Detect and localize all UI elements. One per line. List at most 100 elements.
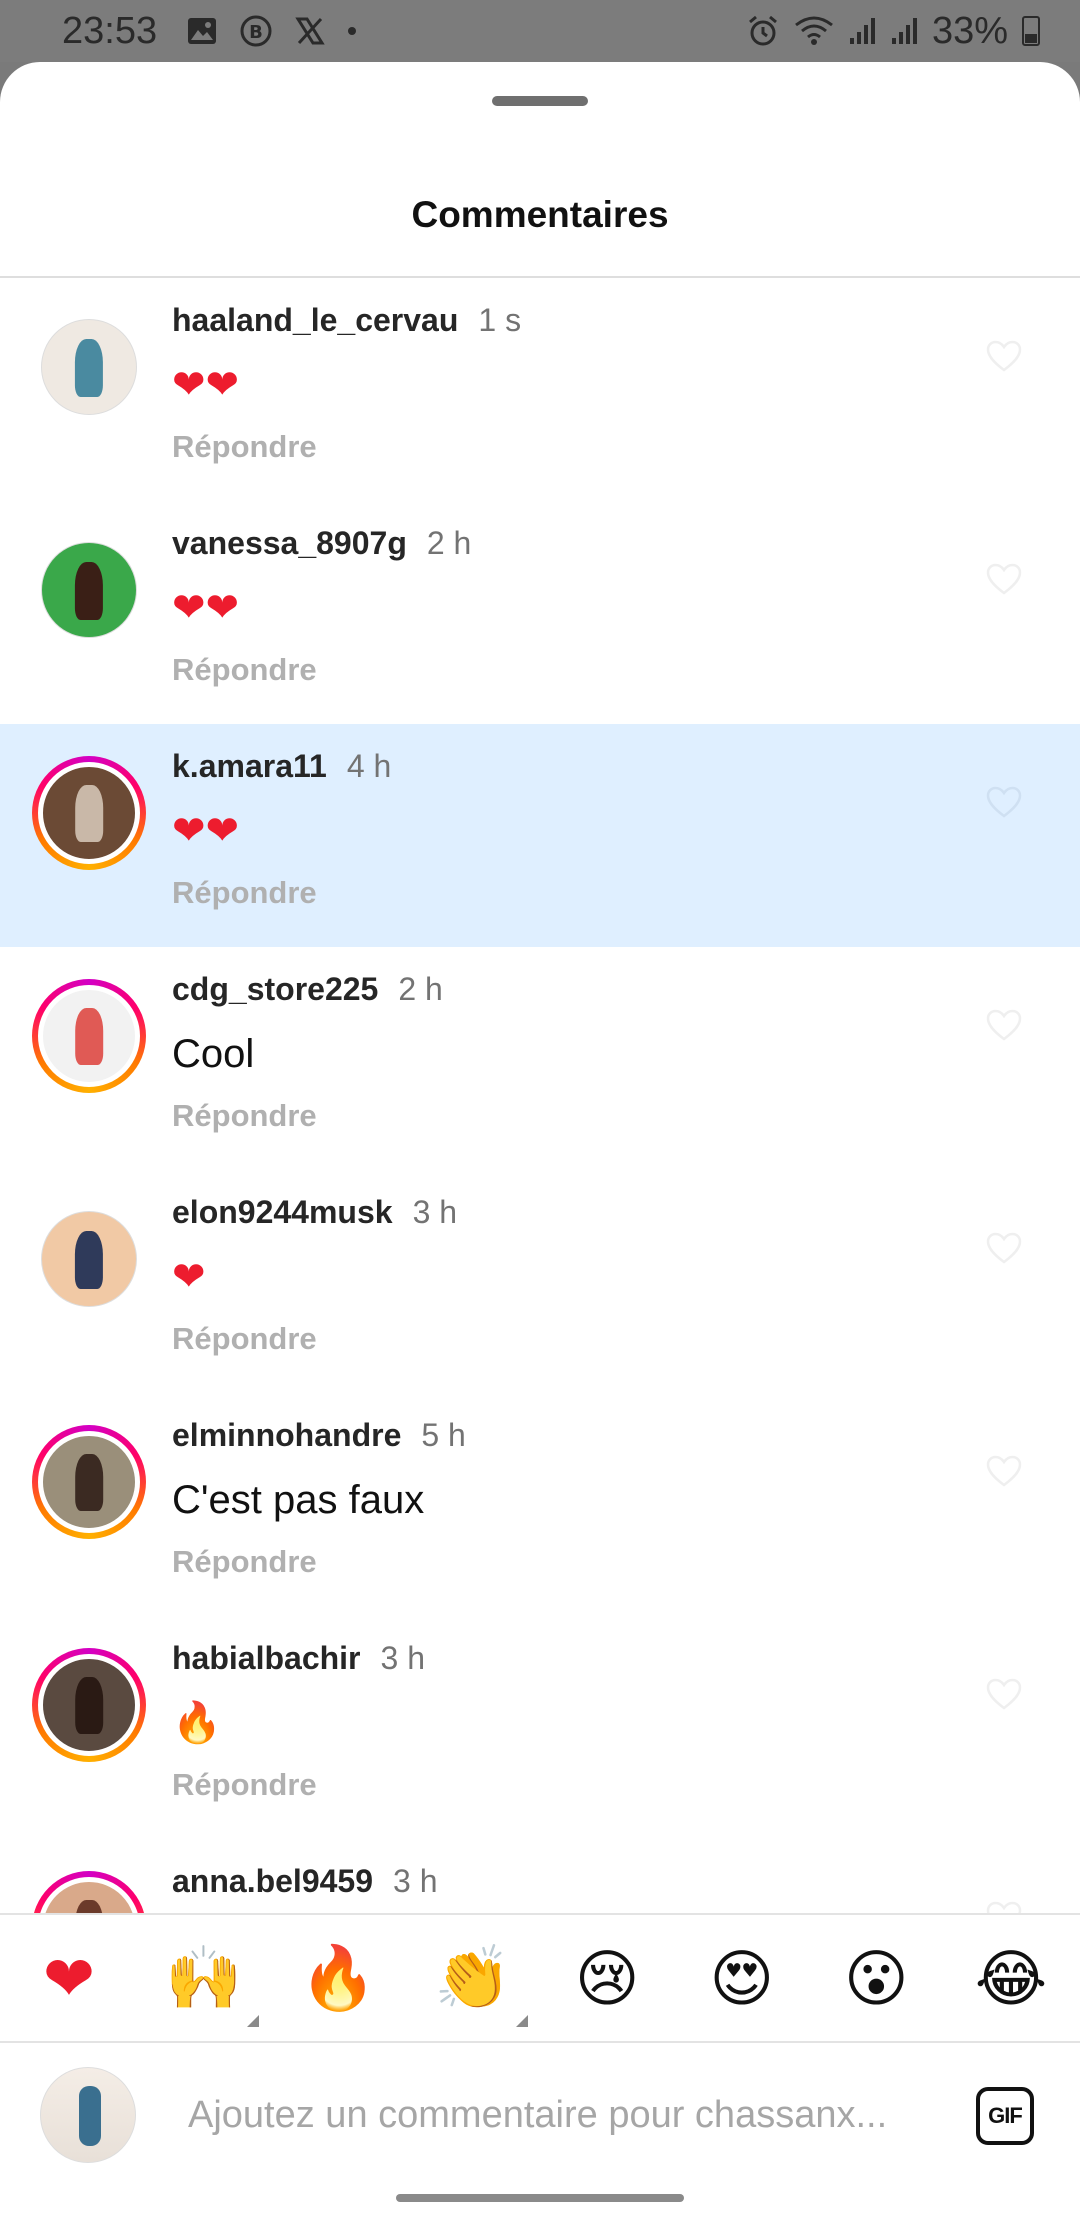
- comments-list[interactable]: haaland_le_cervau 1 s ❤❤ Répondre vanessa_89…: [0, 278, 1080, 1913]
- comment-row[interactable]: anna.bel94593 hRépondre: [0, 1839, 1080, 1913]
- comment-composer: GIF: [0, 2045, 1080, 2185]
- signal-icon: [890, 16, 918, 46]
- heart-icon: ❤: [43, 1941, 95, 2015]
- like-heart-icon[interactable]: [984, 1228, 1024, 1268]
- comment-avatar[interactable]: [32, 1202, 146, 1316]
- comment-avatar[interactable]: [32, 1871, 146, 1913]
- like-heart-icon[interactable]: [984, 559, 1024, 599]
- comment-text: ❤❤: [172, 585, 240, 631]
- like-heart-icon[interactable]: [984, 1451, 1024, 1491]
- crying-face-reaction-icon[interactable]: 😢: [564, 1935, 650, 2021]
- reply-button[interactable]: Répondre: [172, 1767, 960, 1803]
- avatar: [38, 985, 140, 1087]
- comment-text: ❤❤: [172, 362, 240, 408]
- comment-meta: vanessa_8907g 2 h: [172, 525, 960, 562]
- variant-indicator-icon: [515, 2015, 528, 2027]
- battery-percent: 33%: [931, 9, 1008, 52]
- comment-meta: habialbachir 3 h: [172, 1640, 960, 1677]
- tears-of-joy-icon: 😂: [974, 1941, 1048, 2015]
- comment-meta: cdg_store225 2 h: [172, 971, 960, 1008]
- comment-content: k.amara11 4 h ❤❤ Répondre: [172, 748, 960, 911]
- comment-timestamp: 1 s: [478, 302, 522, 338]
- avatar: [41, 542, 137, 638]
- comment-timestamp: 2 h: [426, 525, 472, 561]
- fire-icon: 🔥: [299, 1941, 377, 2014]
- quick-reaction-bar: ❤ 🙌 🔥 👏 😢 😍 😮 😂: [0, 1913, 1080, 2043]
- variant-indicator-icon: [246, 2015, 259, 2027]
- comment-username[interactable]: haaland_le_cervau: [172, 302, 458, 339]
- raising-hands-reaction-icon[interactable]: 🙌: [161, 1935, 259, 2027]
- wifi-icon: [794, 15, 834, 47]
- current-user-avatar: [40, 2067, 136, 2163]
- comment-timestamp: 3 h: [412, 1194, 458, 1230]
- comment-meta: k.amara11 4 h: [172, 748, 960, 785]
- comment-timestamp: 3 h: [393, 1863, 438, 1899]
- clapping-hands-reaction-icon[interactable]: 👏: [430, 1935, 528, 2027]
- avatar: [41, 319, 137, 415]
- comments-sheet: Commentaires haaland_le_cervau 1 s ❤❤ Répon…: [0, 62, 1080, 2220]
- comment-text: C'est pas faux: [172, 1478, 425, 1522]
- comment-username[interactable]: elminnohandre: [172, 1417, 401, 1454]
- tears-of-joy-reaction-icon[interactable]: 😂: [968, 1935, 1054, 2021]
- like-heart-icon[interactable]: [984, 1005, 1024, 1045]
- like-heart-icon[interactable]: [984, 1674, 1024, 1714]
- reply-button[interactable]: Répondre: [172, 1321, 960, 1357]
- reply-button[interactable]: Répondre: [172, 1544, 960, 1580]
- reply-button[interactable]: Répondre: [172, 652, 960, 688]
- comment-username[interactable]: elon9244musk: [172, 1194, 393, 1231]
- comment-avatar[interactable]: [32, 1648, 146, 1762]
- comment-meta: elon9244musk 3 h: [172, 1194, 960, 1231]
- comment-avatar[interactable]: [32, 310, 146, 424]
- avatar: [38, 1654, 140, 1756]
- like-heart-icon[interactable]: [984, 782, 1024, 822]
- like-heart-icon[interactable]: [984, 1897, 1024, 1913]
- comment-row[interactable]: vanessa_8907g 2 h ❤❤ Répondre: [0, 501, 1080, 724]
- heart-reaction-icon[interactable]: ❤: [26, 1935, 112, 2021]
- comment-timestamp: 4 h: [346, 748, 392, 784]
- sheet-drag-handle[interactable]: [492, 96, 588, 106]
- comment-meta: elminnohandre 5 h: [172, 1417, 960, 1454]
- comment-username[interactable]: vanessa_8907g: [172, 525, 407, 562]
- comment-row[interactable]: k.amara11 4 h ❤❤ Répondre: [0, 724, 1080, 947]
- reply-button[interactable]: Répondre: [172, 429, 960, 465]
- alarm-icon: [746, 14, 780, 48]
- comment-timestamp: 3 h: [380, 1640, 425, 1676]
- comment-content: haaland_le_cervau 1 s ❤❤ Répondre: [172, 302, 960, 465]
- reply-button[interactable]: Répondre: [172, 875, 960, 911]
- avatar: [38, 1877, 140, 1913]
- comment-input[interactable]: [188, 2083, 948, 2147]
- comment-timestamp: 2 h: [398, 971, 443, 1007]
- gallery-icon: [187, 17, 217, 45]
- status-time: 23:53: [62, 9, 158, 52]
- svg-text:B: B: [249, 22, 263, 43]
- comment-text: ❤: [172, 1254, 206, 1300]
- comment-timestamp: 5 h: [421, 1417, 466, 1453]
- gif-button[interactable]: GIF: [976, 2087, 1034, 2145]
- comment-username[interactable]: habialbachir: [172, 1640, 361, 1677]
- comment-row[interactable]: elon9244musk 3 h ❤ Répondre: [0, 1170, 1080, 1393]
- heart-eyes-icon: 😍: [709, 1941, 775, 2015]
- comment-avatar[interactable]: [32, 1425, 146, 1539]
- fire-reaction-icon[interactable]: 🔥: [295, 1935, 381, 2021]
- comment-username[interactable]: anna.bel9459: [172, 1863, 373, 1900]
- comment-text: 🔥: [172, 1701, 222, 1745]
- comment-content: cdg_store225 2 h Cool Répondre: [172, 971, 960, 1134]
- comment-row[interactable]: cdg_store225 2 h Cool Répondre: [0, 947, 1080, 1170]
- comment-content: habialbachir 3 h 🔥 Répondre: [172, 1640, 960, 1803]
- dot-icon: [347, 26, 357, 36]
- comment-row[interactable]: elminnohandre 5 h C'est pas faux Répondre: [0, 1393, 1080, 1616]
- like-heart-icon[interactable]: [984, 336, 1024, 376]
- comment-avatar[interactable]: [32, 756, 146, 870]
- comment-avatar[interactable]: [32, 979, 146, 1093]
- comment-username[interactable]: cdg_store225: [172, 971, 378, 1008]
- heart-eyes-reaction-icon[interactable]: 😍: [699, 1935, 785, 2021]
- comment-row[interactable]: habialbachir 3 h 🔥 Répondre: [0, 1616, 1080, 1839]
- surprised-face-reaction-icon[interactable]: 😮: [833, 1935, 919, 2021]
- clapping-hands-icon: 👏: [434, 1941, 512, 2014]
- comment-content: anna.bel94593 hRépondre: [172, 1863, 960, 1913]
- reply-button[interactable]: Répondre: [172, 1098, 960, 1134]
- comment-username[interactable]: k.amara11: [172, 748, 327, 785]
- avatar: [38, 1431, 140, 1533]
- comment-row[interactable]: haaland_le_cervau 1 s ❤❤ Répondre: [0, 278, 1080, 501]
- comment-avatar[interactable]: [32, 533, 146, 647]
